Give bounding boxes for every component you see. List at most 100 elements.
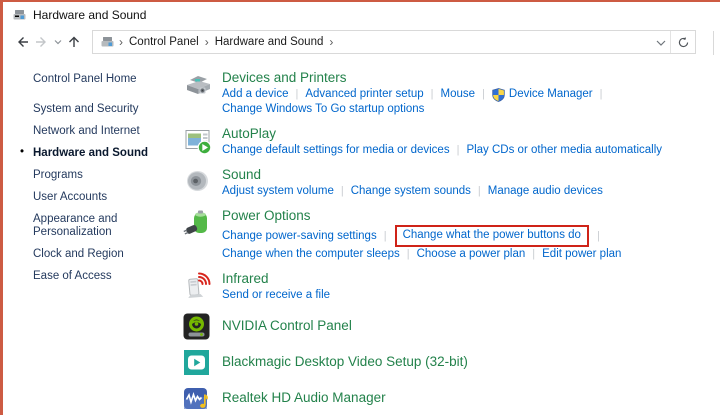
sidebar-item-control-panel-home[interactable]: Control Panel Home xyxy=(33,73,155,86)
link-label: Change default settings for media or dev… xyxy=(222,143,450,158)
window-title: Hardware and Sound xyxy=(33,8,146,22)
forward-button[interactable] xyxy=(32,32,52,52)
realtek-icon xyxy=(183,385,210,412)
speaker-icon xyxy=(183,167,213,197)
link-label: Play CDs or other media automatically xyxy=(466,143,662,158)
sidebar-item-hardware-and-sound[interactable]: •Hardware and Sound xyxy=(33,147,155,160)
sidebar-item-label: Ease of Access xyxy=(33,270,112,282)
link-add-a-device[interactable]: Add a device xyxy=(222,87,289,102)
link-change-system-sounds[interactable]: Change system sounds xyxy=(351,184,471,199)
uac-shield-icon xyxy=(492,88,505,102)
section-devices-and-printers: Devices and PrintersAdd a device|Advance… xyxy=(183,69,720,117)
task-link-row: Change Windows To Go startup options xyxy=(222,102,609,117)
infrared-icon xyxy=(183,271,213,301)
link-separator: | xyxy=(590,229,607,244)
link-adjust-system-volume[interactable]: Adjust system volume xyxy=(222,184,334,199)
link-separator: | xyxy=(424,87,441,102)
link-change-windows-to-go-startup-options[interactable]: Change Windows To Go startup options xyxy=(222,102,424,117)
autoplay-icon xyxy=(183,126,213,156)
link-change-default-settings-for-media-or-devices[interactable]: Change default settings for media or dev… xyxy=(222,143,450,158)
link-separator: | xyxy=(450,143,467,158)
section-heading-nvidia-control-panel[interactable]: NVIDIA Control Panel xyxy=(222,317,352,334)
link-mouse[interactable]: Mouse xyxy=(441,87,476,102)
link-label: Change Windows To Go startup options xyxy=(222,102,424,117)
address-bar[interactable]: › Control Panel › Hardware and Sound › xyxy=(92,30,696,54)
section-autoplay: AutoPlayChange default settings for medi… xyxy=(183,125,720,158)
link-separator: | xyxy=(400,247,417,262)
link-label: Advanced printer setup xyxy=(305,87,423,102)
link-label: Change what the power buttons do xyxy=(403,228,581,243)
sidebar-item-ease-of-access[interactable]: Ease of Access xyxy=(33,270,155,283)
navigation-toolbar: › Control Panel › Hardware and Sound › xyxy=(3,27,720,57)
breadcrumb-chevron[interactable]: › xyxy=(117,35,125,49)
section-heading-devices-and-printers[interactable]: Devices and Printers xyxy=(222,69,347,86)
link-label: Device Manager xyxy=(509,87,593,102)
sidebar-item-label: System and Security xyxy=(33,103,138,115)
section-heading-power-options[interactable]: Power Options xyxy=(222,207,311,224)
title-bar: Hardware and Sound xyxy=(3,2,720,27)
link-play-cds-or-other-media-automatically[interactable]: Play CDs or other media automatically xyxy=(466,143,662,158)
section-power-options: Power OptionsChange power-saving setting… xyxy=(183,207,720,262)
task-link-row: Change when the computer sleeps|Choose a… xyxy=(222,247,621,262)
section-heading-sound[interactable]: Sound xyxy=(222,166,261,183)
link-separator: | xyxy=(289,87,306,102)
section-heading-autoplay[interactable]: AutoPlay xyxy=(222,125,276,142)
sidebar-item-system-and-security[interactable]: System and Security xyxy=(33,103,155,116)
section-heading-infrared[interactable]: Infrared xyxy=(222,270,269,287)
address-dropdown-chevron-icon[interactable] xyxy=(652,33,670,51)
link-label: Adjust system volume xyxy=(222,184,334,199)
section-blackmagic-desktop-video-setup: Blackmagic Desktop Video Setup (32-bit) xyxy=(183,347,720,377)
link-advanced-printer-setup[interactable]: Advanced printer setup xyxy=(305,87,423,102)
link-label: Change when the computer sleeps xyxy=(222,247,400,262)
search-box-edge[interactable] xyxy=(713,31,720,55)
task-link-row: Add a device|Advanced printer setup|Mous… xyxy=(222,87,609,102)
recent-pages-chevron-icon[interactable] xyxy=(52,32,64,52)
link-separator: | xyxy=(525,247,542,262)
task-link-row: Send or receive a file xyxy=(222,288,330,303)
section-nvidia-control-panel: NVIDIA Control Panel xyxy=(183,311,720,341)
active-item-bullet: • xyxy=(20,146,24,159)
refresh-button[interactable] xyxy=(670,31,695,53)
link-separator: | xyxy=(475,87,492,102)
sidebar-item-user-accounts[interactable]: User Accounts xyxy=(33,191,155,204)
hardware-and-sound-window-icon xyxy=(11,7,27,23)
section-infrared: InfraredSend or receive a file xyxy=(183,270,720,303)
link-label: Choose a power plan xyxy=(417,247,526,262)
sidebar-item-clock-and-region[interactable]: Clock and Region xyxy=(33,248,155,261)
nvidia-icon xyxy=(183,313,210,340)
sidebar-item-label: Hardware and Sound xyxy=(33,147,148,159)
red-highlight-box: Change what the power buttons do xyxy=(395,225,589,247)
sidebar-item-network-and-internet[interactable]: Network and Internet xyxy=(33,125,155,138)
link-separator: | xyxy=(593,87,610,102)
sidebar-item-label: Control Panel Home xyxy=(33,73,137,85)
link-manage-audio-devices[interactable]: Manage audio devices xyxy=(488,184,603,199)
link-change-what-the-power-buttons-do[interactable]: Change what the power buttons do xyxy=(403,228,581,243)
link-send-or-receive-a-file[interactable]: Send or receive a file xyxy=(222,288,330,303)
link-label: Edit power plan xyxy=(542,247,621,262)
section-heading-realtek-hd-audio-manager[interactable]: Realtek HD Audio Manager xyxy=(222,389,386,406)
section-heading-blackmagic-desktop-video-setup[interactable]: Blackmagic Desktop Video Setup (32-bit) xyxy=(222,353,468,370)
sidebar-item-label: Appearance and Personalization xyxy=(33,213,117,238)
link-device-manager[interactable]: Device Manager xyxy=(492,87,593,102)
task-link-row: Change default settings for media or dev… xyxy=(222,143,662,158)
breadcrumb-control-panel[interactable]: Control Panel xyxy=(125,36,203,48)
sidebar-item-programs[interactable]: Programs xyxy=(33,169,155,182)
link-label: Change power-saving settings xyxy=(222,229,377,244)
sidebar-item-label: Programs xyxy=(33,169,83,181)
breadcrumb-hardware-and-sound[interactable]: Hardware and Sound xyxy=(211,36,328,48)
power-options-icon xyxy=(183,208,213,238)
link-separator: | xyxy=(471,184,488,199)
link-label: Change system sounds xyxy=(351,184,471,199)
blackmagic-icon xyxy=(183,349,210,376)
sidebar-item-label: Clock and Region xyxy=(33,248,124,260)
task-link-row: Change power-saving settings | Change what… xyxy=(222,225,621,247)
link-change-power-saving-settings[interactable]: Change power-saving settings xyxy=(222,229,377,244)
link-change-when-the-computer-sleeps[interactable]: Change when the computer sleeps xyxy=(222,247,400,262)
breadcrumb-chevron[interactable]: › xyxy=(203,35,211,49)
up-button[interactable] xyxy=(64,32,84,52)
link-edit-power-plan[interactable]: Edit power plan xyxy=(542,247,621,262)
back-button[interactable] xyxy=(12,32,32,52)
link-choose-a-power-plan[interactable]: Choose a power plan xyxy=(417,247,526,262)
breadcrumb-chevron[interactable]: › xyxy=(327,35,335,49)
sidebar-item-appearance-and-personalization[interactable]: Appearance and Personalization xyxy=(33,213,155,239)
